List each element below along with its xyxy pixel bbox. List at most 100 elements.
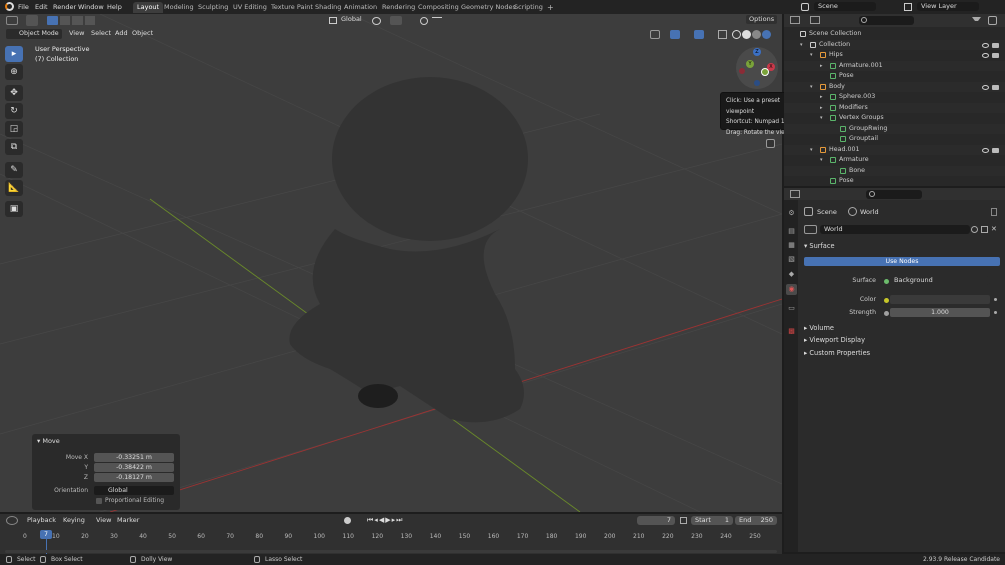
wireframe-shading-icon[interactable] [732, 30, 741, 39]
disclosure-triangle-icon[interactable]: ▸ [820, 61, 823, 72]
tab-layout[interactable]: Layout [133, 2, 164, 13]
menu-edit[interactable]: Edit [35, 2, 48, 12]
use-nodes-button[interactable]: Use Nodes [804, 257, 1000, 266]
fake-user-icon[interactable] [971, 226, 978, 233]
viewport-menu-view[interactable]: View [66, 29, 87, 38]
tab-animation[interactable]: Animation [340, 2, 381, 13]
cursor-tool[interactable]: ⊕ [5, 64, 23, 80]
transform-orientation-dropdown[interactable]: Global [338, 15, 365, 24]
move-y-field[interactable]: -0.38422 m [94, 463, 174, 472]
falloff-icon[interactable] [432, 17, 442, 25]
scene-selector[interactable]: Scene [814, 2, 876, 11]
render-camera-icon[interactable] [992, 42, 999, 48]
outliner-row[interactable]: ▸ Armature.001 [784, 60, 1005, 72]
outliner-row[interactable]: Pose [784, 71, 1005, 82]
filter-icon[interactable] [972, 17, 981, 24]
navigation-gizmo[interactable]: Z X Y [736, 47, 778, 89]
camera-view-icon[interactable] [766, 139, 775, 148]
breadcrumb-world[interactable]: World [860, 208, 879, 216]
volume-section-header[interactable]: ▸ Volume [804, 324, 834, 332]
gizmo-toggle-icon[interactable] [670, 30, 680, 39]
render-camera-icon[interactable] [992, 53, 999, 58]
properties-editor-icon[interactable] [790, 190, 800, 198]
scene-tab-icon[interactable]: ◆ [786, 269, 797, 280]
outliner-search-input[interactable] [859, 16, 914, 25]
select-box-tool[interactable]: ▸ [5, 46, 23, 62]
display-mode-icon[interactable] [810, 16, 820, 24]
outliner-row[interactable]: ▾ Collection [784, 39, 1005, 50]
menu-window[interactable]: Window [78, 2, 104, 12]
new-collection-icon[interactable] [988, 16, 997, 25]
color-swatch[interactable] [890, 295, 990, 304]
disclosure-triangle-icon[interactable]: ▾ [820, 113, 823, 124]
tool-tab-icon[interactable]: ⚙ [786, 208, 797, 219]
view-layer-selector[interactable]: View Layer [917, 2, 979, 11]
disclosure-triangle-icon[interactable]: ▾ [810, 82, 813, 93]
outliner-row[interactable]: Bone [784, 165, 1005, 176]
world-tab-icon[interactable]: ◉ [786, 284, 797, 295]
visibility-eye-icon[interactable] [982, 53, 989, 58]
snap-icon[interactable] [390, 16, 402, 25]
tab-sculpting[interactable]: Sculpting [194, 2, 232, 13]
breadcrumb-scene[interactable]: Scene [817, 208, 837, 216]
render-camera-icon[interactable] [992, 84, 999, 90]
world-browse-icon[interactable] [804, 225, 817, 234]
color-keyframe-icon[interactable] [994, 298, 997, 301]
surface-shader-field[interactable]: Background [890, 276, 990, 285]
gizmo-z-negative[interactable] [754, 80, 760, 86]
collection-tab-icon[interactable]: ▭ [786, 303, 797, 314]
pin-icon[interactable] [991, 208, 997, 216]
frame-ruler[interactable]: 0 10 20 30 40 50 60 70 80 90 100 110 120 130 140 150 160… [0, 514, 782, 554]
viewport-menu-object[interactable]: Object [129, 29, 156, 38]
tab-uv-editing[interactable]: UV Editing [229, 2, 271, 13]
outliner-row[interactable]: GroupRwing [784, 123, 1005, 134]
view-layer-tab-icon[interactable]: ▧ [786, 254, 797, 265]
rotate-tool[interactable]: ↻ [5, 103, 23, 119]
disclosure-triangle-icon[interactable]: ▸ [820, 92, 823, 103]
menu-help[interactable]: Help [107, 2, 122, 12]
outliner-row[interactable]: ▾ Vertex Groups [784, 113, 1005, 124]
xray-icon[interactable] [718, 30, 727, 39]
viewport-menu-add[interactable]: Add [112, 29, 131, 38]
world-name-field[interactable]: World [820, 225, 970, 234]
move-x-field[interactable]: -0.33251 m [94, 453, 174, 462]
visibility-icon[interactable] [650, 30, 660, 39]
disclosure-triangle-icon[interactable]: ▸ [820, 103, 823, 114]
outliner-row[interactable]: ▾ Hips [784, 50, 1005, 61]
tab-compositing[interactable]: Compositing [414, 2, 463, 13]
gizmo-x-negative[interactable] [739, 68, 745, 74]
visibility-eye-icon[interactable] [982, 84, 989, 90]
disclosure-triangle-icon[interactable]: ▾ [810, 145, 813, 156]
disclosure-triangle-icon[interactable]: ▾ [810, 50, 813, 61]
scale-tool[interactable]: ◲ [5, 121, 23, 137]
timeline-scrollbar[interactable] [5, 550, 777, 553]
outliner-row[interactable]: ▾ Body [784, 81, 1005, 93]
gizmo-y-negative[interactable] [761, 68, 769, 76]
redo-panel-title[interactable]: ▾ Move [37, 437, 60, 445]
playhead[interactable]: 7 [40, 530, 52, 539]
options-dropdown[interactable]: Options [746, 15, 778, 24]
strength-keyframe-icon[interactable] [994, 311, 997, 314]
editor-type-icon[interactable] [6, 16, 18, 25]
outliner-row[interactable]: Grouptail [784, 134, 1005, 145]
tab-scripting[interactable]: Scripting [510, 2, 547, 13]
solid-shading-icon[interactable] [742, 30, 751, 39]
measure-tool[interactable]: 📐 [5, 180, 23, 196]
overlay-toggle-icon[interactable] [694, 30, 704, 39]
outliner-row[interactable]: ▸ Sphere.003 [784, 92, 1005, 103]
viewport-menu-select[interactable]: Select [88, 29, 114, 38]
outliner-row[interactable]: ▸ Modifiers [784, 102, 1005, 114]
move-tool[interactable]: ✥ [5, 85, 23, 101]
output-tab-icon[interactable]: ▦ [786, 240, 797, 251]
disclosure-triangle-icon[interactable]: ▾ [820, 155, 823, 166]
outliner-row[interactable]: ▾ Head.001 [784, 144, 1005, 156]
tab-modeling[interactable]: Modeling [160, 2, 198, 13]
mode-selector[interactable]: Object Mode [6, 29, 62, 39]
unlink-icon[interactable]: ✕ [991, 225, 999, 234]
select-mode-icons[interactable] [47, 16, 95, 25]
menu-render[interactable]: Render [53, 2, 76, 12]
tab-texture-paint[interactable]: Texture Paint [267, 2, 317, 13]
surface-section-header[interactable]: ▾ Surface [804, 242, 835, 250]
add-cube-tool[interactable]: ▣ [5, 201, 23, 217]
annotate-tool[interactable]: ✎ [5, 162, 23, 178]
